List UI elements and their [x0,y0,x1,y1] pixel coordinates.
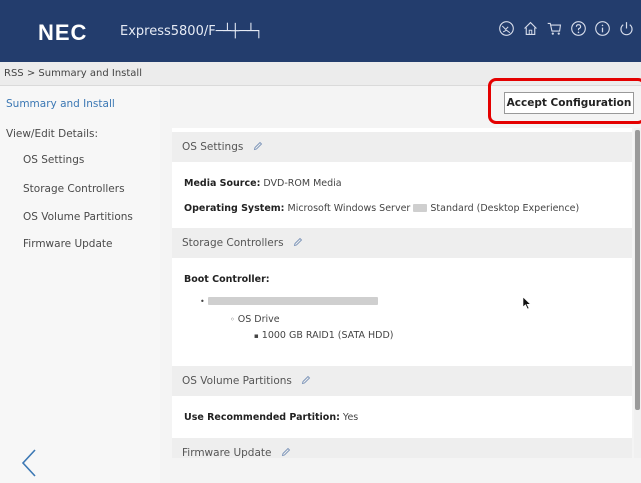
globe-icon[interactable] [498,20,515,37]
media-source-label: Media Source: [184,178,261,189]
section-header-os-settings: OS Settings [172,132,632,162]
section-title-firmware-update: Firmware Update [182,447,272,458]
edit-pencil-icon[interactable] [293,237,303,247]
operating-system-row: Operating System: Microsoft Windows Serv… [184,203,579,214]
section-header-os-volume-partitions: OS Volume Partitions [172,366,632,396]
help-icon[interactable] [570,20,587,37]
brand-logo: NEC [38,20,88,45]
os-drive-row: ◦ OS Drive [230,314,280,325]
product-name-text: Express5800/ [120,24,209,39]
info-icon[interactable] [594,20,611,37]
summary-panel: OS Settings Media Source: DVD-ROM Media … [172,128,632,458]
bullet-circle: ◦ [230,315,235,324]
home-icon[interactable] [522,20,539,37]
controller-name-row: • [200,296,378,307]
power-icon[interactable] [618,20,635,37]
product-model-glyphs: F─┴┼─┴┐ [208,24,263,39]
scrollbar-thumb[interactable] [635,130,640,410]
mouse-cursor-icon [522,296,532,310]
sidebar-item-os-settings[interactable]: OS Settings [23,154,84,166]
edit-pencil-icon[interactable] [301,375,311,385]
edit-pencil-icon[interactable] [281,447,291,457]
redacted-controller-name [207,297,378,305]
bullet-disc: • [200,297,205,306]
back-chevron-icon[interactable] [18,448,40,478]
accept-configuration-button[interactable]: Accept Configuration [504,92,634,114]
section-header-storage-controllers: Storage Controllers [172,228,632,258]
cart-icon[interactable] [546,20,563,37]
media-source-value: DVD-ROM Media [263,178,342,189]
sidebar-item-os-volume-partitions[interactable]: OS Volume Partitions [23,211,133,223]
sidebar-item-firmware-update[interactable]: Firmware Update [23,238,113,250]
section-title-os-volume-partitions: OS Volume Partitions [182,375,292,387]
drive-detail: 1000 GB RAID1 (SATA HDD) [261,330,394,341]
operating-system-label: Operating System: [184,203,285,214]
sidebar-heading-view-edit: View/Edit Details: [6,128,99,140]
section-header-firmware-update: Firmware Update [172,438,632,458]
redacted-text [413,204,428,212]
sidebar-item-storage-controllers[interactable]: Storage Controllers [23,183,125,195]
recommended-partition-row: Use Recommended Partition: Yes [184,412,358,423]
boot-controller-label: Boot Controller: [184,274,270,285]
operating-system-value-prefix: Microsoft Windows Server [287,203,414,214]
top-bar: NEC Express5800/F─┴┼─┴┐ [0,0,641,62]
section-title-storage-controllers: Storage Controllers [182,237,284,249]
recommended-partition-value: Yes [342,412,359,423]
operating-system-value-suffix: Standard (Desktop Experience) [430,203,580,214]
edit-pencil-icon[interactable] [253,141,263,151]
bullet-square: ▪ [254,332,259,340]
sidebar: Summary and Install View/Edit Details: O… [0,86,160,483]
media-source-row: Media Source: DVD-ROM Media [184,178,342,189]
top-icon-group [498,20,635,37]
section-title-os-settings: OS Settings [182,141,244,153]
drive-detail-row: ▪ 1000 GB RAID1 (SATA HDD) [254,330,394,341]
product-name: Express5800/F─┴┼─┴┐ [120,24,263,39]
os-drive-label: OS Drive [237,314,280,325]
sidebar-item-summary-and-install[interactable]: Summary and Install [6,98,115,110]
recommended-partition-label: Use Recommended Partition: [184,412,340,423]
boot-controller-row: Boot Controller: [184,274,270,285]
